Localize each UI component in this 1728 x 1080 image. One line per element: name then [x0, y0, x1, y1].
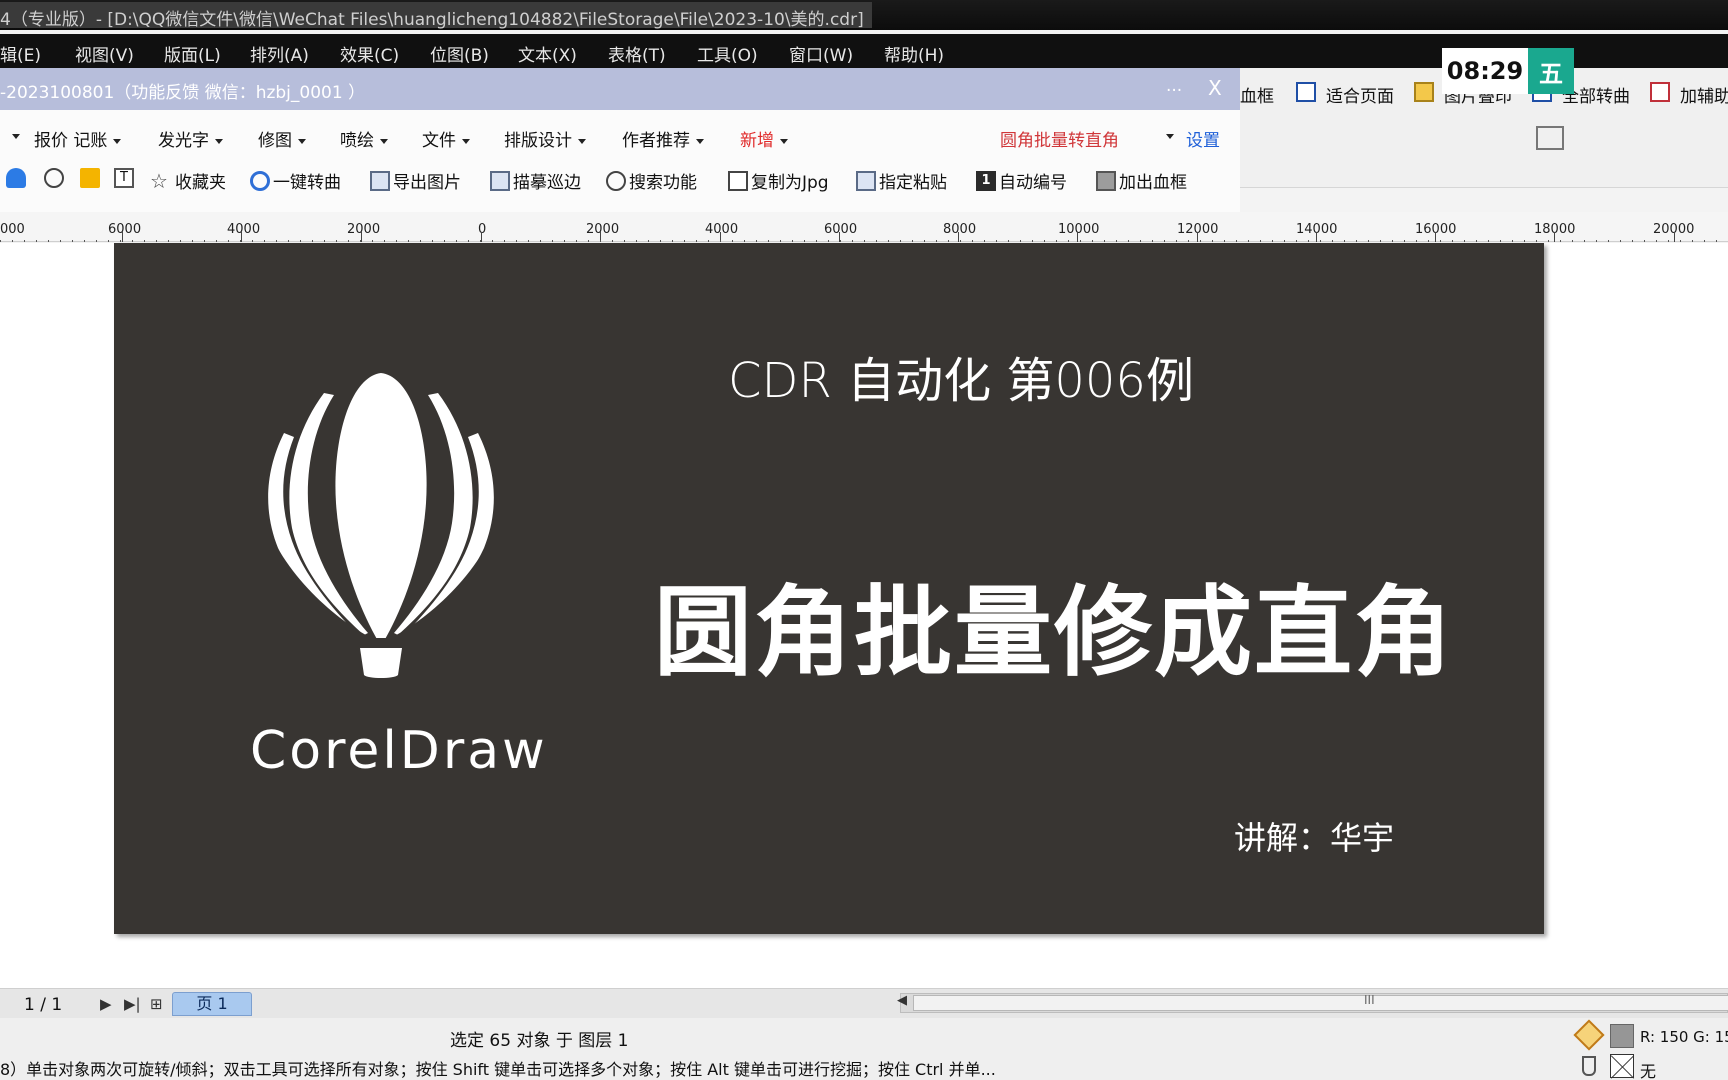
plugin-feature-round-to-square[interactable]: 圆角批量转直角	[1000, 126, 1119, 151]
refresh-icon[interactable]	[44, 168, 67, 188]
folder-icon[interactable]	[80, 168, 103, 188]
plugin-menu-glow-text[interactable]: 发光字	[158, 126, 223, 151]
restore-window-icon[interactable]	[1536, 126, 1564, 150]
plugin-menu-author[interactable]: 作者推荐	[622, 126, 704, 151]
tool-convert-curves[interactable]: 一键转曲	[250, 168, 341, 193]
ruler-label: 10000	[1058, 222, 1100, 237]
scroll-left-icon[interactable]: ◀	[897, 993, 907, 1008]
plugin-menu-quote[interactable]: 报价 记账	[34, 126, 122, 151]
menu-text[interactable]: 文本(X)	[518, 41, 577, 66]
scrollbar-grip: III	[1364, 993, 1375, 1007]
horizontal-ruler[interactable]: 000 6000 4000 2000 0 2000 4000 6000 8000…	[0, 212, 1728, 242]
user-icon[interactable]	[6, 168, 29, 188]
clock-time: 08:29	[1442, 48, 1528, 94]
text-box-icon[interactable]: T	[114, 168, 137, 188]
bleed-icon	[1096, 170, 1116, 191]
fill-bucket-icon[interactable]	[1573, 1019, 1605, 1051]
plugin-menu-file[interactable]: 文件	[422, 126, 470, 151]
plugin-feature-dropdown[interactable]	[1160, 126, 1174, 146]
export-image-icon	[370, 170, 390, 191]
artboard-author: 讲解：华宇	[1234, 819, 1395, 857]
menu-arrange[interactable]: 排列(A)	[250, 41, 309, 66]
trace-icon	[490, 170, 510, 191]
tool-trace-edge[interactable]: 描摹巡边	[490, 168, 581, 193]
ruler-label: 2000	[586, 222, 620, 237]
next-page-icon[interactable]: ▶	[100, 995, 112, 1013]
ruler-label: 4000	[705, 222, 739, 237]
add-guide-icon	[1650, 82, 1670, 102]
horizontal-scrollbar[interactable]: ◀ III	[897, 993, 1728, 1013]
page-counter: 1 / 1	[24, 995, 63, 1015]
page-navigator: 1 / 1 ▶ ▶| ⊞ 页 1 ◀ III	[0, 988, 1728, 1018]
chevron-down-icon[interactable]	[6, 126, 20, 146]
page-tab-1[interactable]: 页 1	[172, 992, 252, 1016]
plugin-more-button[interactable]: ...	[1166, 76, 1182, 96]
search-icon	[606, 170, 626, 191]
artboard-headline: 圆角批量修成直角	[654, 576, 1455, 690]
fit-page-icon	[1296, 82, 1316, 102]
jpg-icon	[728, 170, 748, 191]
menu-bitmaps[interactable]: 位图(B)	[430, 41, 489, 66]
fill-color-value: R: 150 G: 15	[1640, 1028, 1728, 1046]
toolbar-bleed-frame[interactable]: 血框	[1240, 82, 1274, 107]
menu-table[interactable]: 表格(T)	[608, 41, 666, 66]
tool-add-bleed[interactable]: 加出血框	[1096, 168, 1187, 193]
menu-help[interactable]: 帮助(H)	[884, 41, 944, 66]
selection-status: 选定 65 对象 于 图层 1	[450, 1031, 629, 1051]
fill-color-swatch[interactable]	[1610, 1024, 1634, 1048]
status-bar: 选定 65 对象 于 图层 1 8）单击对象两次可旋转/倾斜；双击工具可选择所有…	[0, 1018, 1728, 1080]
plugin-header: -2023100801（功能反馈 微信：hzbj_0001 ） ... X	[0, 68, 1240, 110]
tool-export-image[interactable]: 导出图片	[370, 168, 461, 193]
title-bar: 4（专业版）- [D:\QQ微信文件\微信\WeChat Files\huang…	[0, 0, 1728, 30]
ruler-label: 000	[0, 222, 25, 237]
artboard[interactable]: CorelDraw CDR 自动化 第006例 圆角批量修成直角 讲解：华宇	[114, 243, 1544, 934]
artboard-subtitle: CDR 自动化 第006例	[728, 353, 1194, 409]
ruler-label: 0	[478, 222, 487, 237]
ruler-label: 6000	[824, 222, 858, 237]
add-page-icon[interactable]: ⊞	[150, 995, 163, 1013]
star-icon: ☆	[150, 168, 168, 193]
tool-copy-jpg[interactable]: 复制为Jpg	[728, 168, 829, 193]
plugin-menu-retouch[interactable]: 修图	[258, 126, 306, 151]
plugin-title: -2023100801（功能反馈 微信：hzbj_0001 ）	[0, 83, 366, 103]
ruler-label: 6000	[108, 222, 142, 237]
paste-icon	[856, 170, 876, 191]
toolbar-add-guide[interactable]: 加辅助	[1680, 82, 1728, 107]
menu-layout[interactable]: 版面(L)	[164, 41, 221, 66]
clock-weekday: 五	[1528, 48, 1574, 94]
tool-search[interactable]: 搜索功能	[606, 168, 697, 193]
menu-edit[interactable]: 辑(E)	[0, 41, 41, 66]
plugin-menu-new[interactable]: 新增	[740, 126, 788, 151]
plugin-panel: -2023100801（功能反馈 微信：hzbj_0001 ） ... X 报价…	[0, 68, 1240, 212]
brand-text: CorelDraw	[250, 721, 548, 781]
ruler-label: 8000	[943, 222, 977, 237]
tool-paste-special[interactable]: 指定粘贴	[856, 168, 947, 193]
tool-auto-number[interactable]: 1 自动编号	[976, 168, 1067, 193]
plugin-menu-layout-design[interactable]: 排版设计	[504, 126, 586, 151]
tool-favorites[interactable]: ☆ 收藏夹	[150, 168, 226, 194]
drawing-canvas[interactable]: CorelDraw CDR 自动化 第006例 圆角批量修成直角 讲解：华宇	[0, 243, 1728, 988]
plugin-menu-print[interactable]: 喷绘	[340, 126, 388, 151]
menu-tools[interactable]: 工具(O)	[697, 41, 758, 66]
menu-window[interactable]: 窗口(W)	[789, 41, 853, 66]
balloon-logo-icon	[268, 373, 494, 678]
menu-effects[interactable]: 效果(C)	[340, 41, 399, 66]
outline-pen-icon[interactable]	[1582, 1056, 1596, 1076]
status-hint: 8）单击对象两次可旋转/倾斜；双击工具可选择所有对象；按住 Shift 键单击可…	[0, 1060, 996, 1079]
plugin-close-button[interactable]: X	[1208, 76, 1222, 100]
outline-value: 无	[1640, 1062, 1657, 1080]
menu-view[interactable]: 视图(V)	[75, 41, 134, 66]
overprint-icon	[1414, 82, 1434, 102]
ruler-label: 2000	[347, 222, 381, 237]
plugin-settings-link[interactable]: 设置	[1186, 126, 1220, 151]
number-icon: 1	[976, 170, 996, 191]
last-page-icon[interactable]: ▶|	[124, 995, 141, 1013]
ruler-label: 4000	[227, 222, 261, 237]
toolbar-fit-page[interactable]: 适合页面	[1326, 82, 1394, 107]
scrollbar-thumb[interactable]: III	[913, 993, 1728, 1011]
no-outline-icon[interactable]	[1610, 1054, 1634, 1078]
window-title: 4（专业版）- [D:\QQ微信文件\微信\WeChat Files\huang…	[0, 2, 872, 30]
curve-icon	[250, 170, 270, 191]
